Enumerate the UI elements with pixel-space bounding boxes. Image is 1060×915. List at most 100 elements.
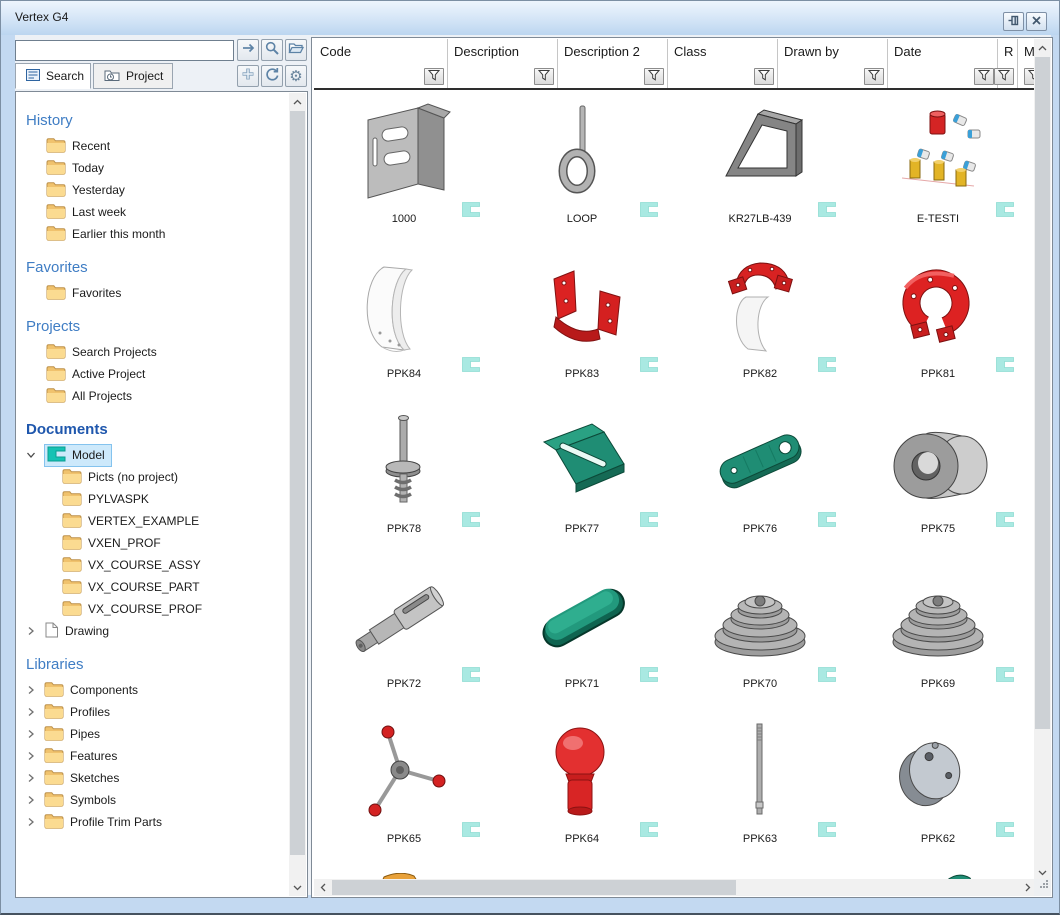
grid-item-ppk82[interactable]: PPK82 [671,247,849,402]
grid-item-ppk77[interactable]: PPK77 [493,402,671,557]
drawing-icon [44,622,59,641]
filter-button-r[interactable] [994,68,1014,85]
sidebar-item-drawing[interactable]: Drawing [16,620,290,642]
add-button[interactable] [237,65,259,87]
grid-item-e-testi[interactable]: E-TESTI [849,92,1027,247]
scroll-up-icon[interactable] [1034,39,1051,56]
grid-item-loop[interactable]: LOOP [493,92,671,247]
grid-hscroll-thumb[interactable] [332,880,736,895]
column-header-code[interactable]: Code [314,39,448,88]
sidebar-item-today[interactable]: Today [16,157,290,179]
grid-item-ppk71[interactable]: PPK71 [493,557,671,712]
refresh-button[interactable] [261,65,283,87]
scroll-left-icon[interactable] [314,879,331,896]
grid-item-ppk78[interactable]: PPK78 [315,402,493,557]
sidebar-item-profiles[interactable]: Profiles [16,701,290,723]
sidebar-item-picts-no-project[interactable]: Picts (no project) [16,466,290,488]
filter-button-description[interactable] [534,68,554,85]
chevron-right-icon[interactable] [24,751,38,761]
filter-button-drawn-by[interactable] [864,68,884,85]
sidebar-scrollbar[interactable] [289,93,306,896]
chevron-right-icon[interactable] [24,685,38,695]
folder-icon [46,284,66,303]
tab-search[interactable]: Search [15,63,91,89]
grid-vertical-scrollbar[interactable] [1034,39,1051,881]
folder-icon [62,556,82,575]
grid-item-ppk76[interactable]: PPK76 [671,402,849,557]
sidebar-item-symbols[interactable]: Symbols [16,789,290,811]
sidebar-item-pipes[interactable]: Pipes [16,723,290,745]
sidebar-item-vx-course-prof[interactable]: VX_COURSE_PROF [16,598,290,620]
sidebar-item-search-projects[interactable]: Search Projects [16,341,290,363]
sidebar-item-pylvaspk[interactable]: PYLVASPK [16,488,290,510]
chevron-right-icon[interactable] [24,795,38,805]
grid-item-ppk84[interactable]: PPK84 [315,247,493,402]
grid-item-ppk62[interactable]: PPK62 [849,712,1027,867]
sidebar-item-model[interactable]: Model [16,444,290,466]
sidebar-item-vx-course-assy[interactable]: VX_COURSE_ASSY [16,554,290,576]
filter-button-code[interactable] [424,68,444,85]
chevron-right-icon[interactable] [24,817,38,827]
close-button[interactable] [1026,12,1047,31]
folder-icon [46,159,66,178]
column-header-date[interactable]: Date [888,39,998,88]
settings-button[interactable]: ⚙ [285,65,307,87]
sidebar-item-last-week[interactable]: Last week [16,201,290,223]
grid-item-code: PPK70 [671,678,849,690]
grid-item-ppk64[interactable]: PPK64 [493,712,671,867]
grid-item-ppk83[interactable]: PPK83 [493,247,671,402]
column-header-drawn-by[interactable]: Drawn by [778,39,888,88]
sidebar-item-yesterday[interactable]: Yesterday [16,179,290,201]
grid-item-ppk72[interactable]: PPK72 [315,557,493,712]
grid-item-kr27lb-439[interactable]: KR27LB-439 [671,92,849,247]
sidebar-scroll-thumb[interactable] [290,111,305,855]
filter-button-class[interactable] [754,68,774,85]
sidebar-item-active-project[interactable]: Active Project [16,363,290,385]
chevron-down-icon[interactable] [24,451,38,459]
tab-project[interactable]: Project [93,63,173,89]
grid-item-ppk65[interactable]: PPK65 [315,712,493,867]
scroll-up-icon[interactable] [289,93,306,110]
sidebar-item-favorites[interactable]: Favorites [16,282,290,304]
search-input[interactable] [15,40,234,61]
sidebar-section-projects: ProjectsSearch ProjectsActive ProjectAll… [16,318,290,407]
column-header-description[interactable]: Description [448,39,558,88]
sidebar-item-features[interactable]: Features [16,745,290,767]
sidebar-item-sketches[interactable]: Sketches [16,767,290,789]
search-button[interactable] [261,39,283,61]
open-folder-button[interactable] [285,39,307,61]
sidebar-item-all-projects[interactable]: All Projects [16,385,290,407]
scroll-down-icon[interactable] [289,879,306,896]
chevron-right-icon[interactable] [24,773,38,783]
go-button[interactable] [237,39,259,61]
column-header-class[interactable]: Class [668,39,778,88]
sidebar-item-components[interactable]: Components [16,679,290,701]
sidebar-item-vxen-prof[interactable]: VXEN_PROF [16,532,290,554]
chevron-right-icon[interactable] [24,729,38,739]
folder-icon [44,813,64,832]
folder-icon [62,490,82,509]
column-header-description-2[interactable]: Description 2 [558,39,668,88]
chevron-right-icon[interactable] [24,707,38,717]
grid-vscroll-thumb[interactable] [1035,57,1050,729]
grid-item-1000[interactable]: 1000 [315,92,493,247]
grid-item-ppk75[interactable]: PPK75 [849,402,1027,557]
titlebar[interactable]: Vertex G4 [1,1,1059,35]
refresh-icon [264,66,280,86]
grid-item-ppk70[interactable]: PPK70 [671,557,849,712]
filter-button-date[interactable] [974,68,994,85]
column-header-r[interactable]: R [998,39,1018,88]
pin-button[interactable] [1003,12,1024,31]
sidebar-item-profile-trim-parts[interactable]: Profile Trim Parts [16,811,290,833]
chevron-right-icon[interactable] [24,626,38,636]
grid-horizontal-scrollbar[interactable] [314,879,1036,896]
resize-grip[interactable] [1034,879,1051,896]
sidebar-item-earlier-this-month[interactable]: Earlier this month [16,223,290,245]
sidebar-item-recent[interactable]: Recent [16,135,290,157]
sidebar-item-vertex-example[interactable]: VERTEX_EXAMPLE [16,510,290,532]
grid-item-ppk81[interactable]: PPK81 [849,247,1027,402]
filter-button-description-2[interactable] [644,68,664,85]
grid-item-ppk69[interactable]: PPK69 [849,557,1027,712]
sidebar-item-vx-course-part[interactable]: VX_COURSE_PART [16,576,290,598]
grid-item-ppk63[interactable]: PPK63 [671,712,849,867]
